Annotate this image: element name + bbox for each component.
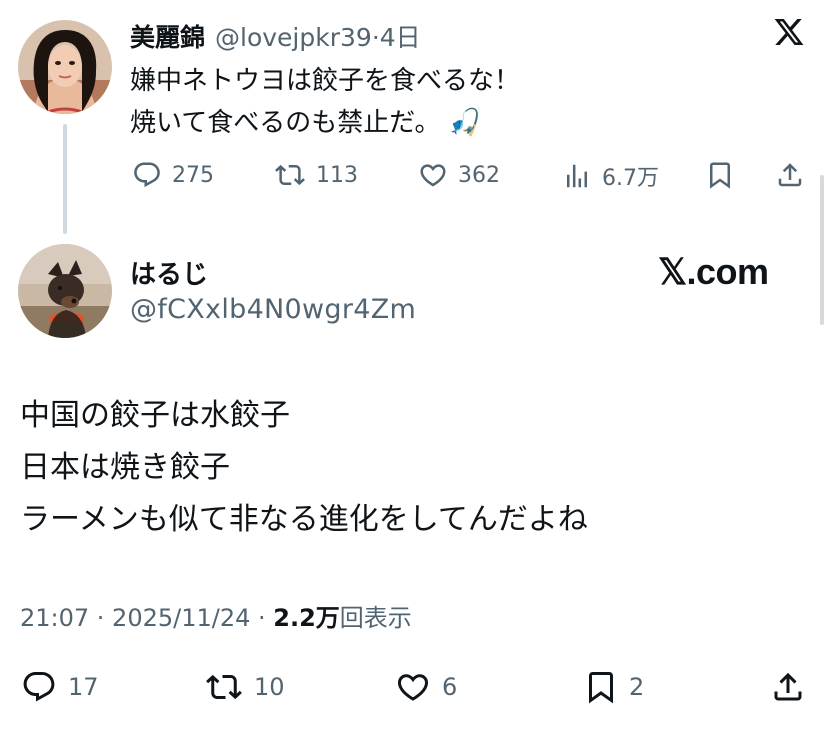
bookmark-icon (589, 672, 613, 704)
reply-timestamp[interactable]: 21:07 · 2025/11/24 · 2.2万回表示 (20, 598, 412, 633)
like-icon (397, 674, 429, 701)
parent-views-button[interactable]: 6.7万 (562, 160, 659, 192)
x-logo-icon[interactable] (772, 16, 806, 52)
parent-like-button[interactable]: 362 (418, 160, 500, 190)
parent-handle-text: @lovejpkr39 (215, 23, 372, 52)
reply-reply-button[interactable]: 17 (20, 669, 99, 705)
parent-reply-button[interactable]: 275 (132, 160, 214, 190)
reply-text-line-1: 中国の餃子は水餃子 (20, 398, 290, 433)
parent-meta: 美麗錦 @lovejpkr39·4日 (130, 18, 421, 54)
reply-like-count: 6 (442, 673, 458, 701)
parent-tweet-text: 嫌中ネトウヨは餃子を食べるな！ 焼いて食べるのも禁止だ。 🎣 (130, 60, 520, 144)
parent-avatar[interactable] (18, 20, 112, 114)
parent-time: 4日 (379, 23, 421, 52)
reply-like-button[interactable]: 6 (394, 669, 457, 705)
parent-text-line-1: 嫌中ネトウヨは餃子を食べるな！ (130, 66, 521, 96)
reply-time-date: 21:07 · 2025/11/24 · (20, 604, 274, 632)
reply-tweet-text: 中国の餃子は水餃子 日本は焼き餃子 ラーメンも似て非なる進化をしてんだよね (20, 390, 588, 546)
reply-display-name[interactable]: はるじ (130, 254, 208, 291)
parent-reply-count: 275 (172, 162, 214, 188)
repost-icon (206, 674, 242, 700)
parent-repost-button[interactable]: 113 (274, 160, 358, 190)
fishing-emoji: 🎣 (448, 108, 481, 138)
parent-bookmark-button[interactable] (705, 160, 735, 190)
reply-text-line-2: 日本は焼き餃子 (20, 450, 230, 485)
reply-text-line-3: ラーメンも似て非なる進化をしてんだよね (20, 502, 588, 537)
reply-handle[interactable]: @fCXxlb4N0wgr4Zm (130, 294, 416, 325)
share-icon (774, 672, 802, 701)
parent-text-line-2: 焼いて食べるのも禁止だ。 🎣 (130, 102, 520, 144)
reply-icon (23, 672, 55, 702)
views-icon (567, 164, 587, 188)
parent-views-count: 6.7万 (602, 166, 659, 191)
repost-icon (275, 164, 305, 186)
reply-repost-count: 10 (254, 673, 285, 701)
scrollbar[interactable] (820, 175, 824, 325)
reply-icon (134, 162, 160, 188)
reply-bookmark-count: 2 (629, 673, 645, 701)
parent-separator: · (371, 23, 380, 52)
reply-repost-button[interactable]: 10 (204, 669, 285, 705)
like-icon (420, 164, 446, 187)
x-com-watermark: 𝕏.com (658, 251, 769, 292)
thread-connector-line (63, 124, 67, 234)
bookmark-icon (710, 162, 730, 189)
reply-bookmark-button[interactable]: 2 (583, 669, 644, 705)
parent-repost-count: 113 (316, 162, 358, 188)
parent-like-count: 362 (458, 162, 500, 188)
reply-views-label: 回表示 (339, 604, 412, 632)
reply-views-count: 2.2万 (273, 604, 340, 632)
reply-share-button[interactable] (770, 669, 806, 705)
parent-text-line-2-text: 焼いて食べるのも禁止だ。 (130, 108, 441, 138)
reply-avatar[interactable] (18, 244, 112, 338)
parent-share-button[interactable] (775, 160, 805, 190)
share-icon (778, 163, 802, 187)
reply-reply-count: 17 (68, 673, 99, 701)
parent-handle[interactable]: @lovejpkr39·4日 (215, 18, 421, 54)
parent-display-name[interactable]: 美麗錦 (130, 18, 205, 54)
